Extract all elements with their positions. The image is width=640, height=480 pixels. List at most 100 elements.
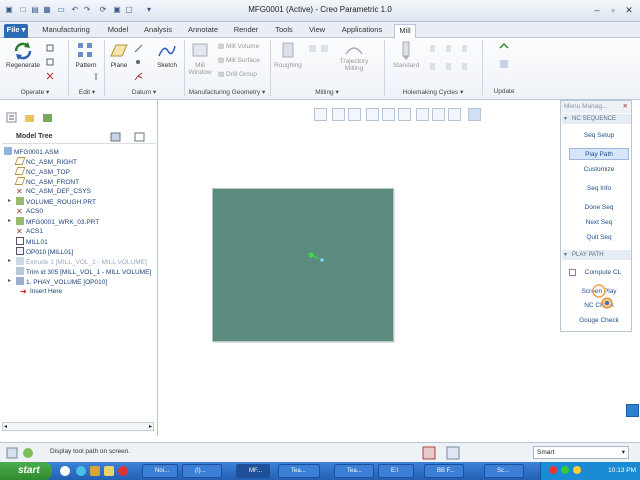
compute-cl-checkbox[interactable]: [569, 269, 576, 276]
copy-icon[interactable]: [46, 44, 55, 53]
menu-item-seq-setup[interactable]: Seq Setup: [569, 130, 629, 142]
scroll-left-icon[interactable]: ◂: [4, 423, 7, 430]
group-update[interactable]: Update: [486, 88, 522, 98]
saved-views-icon[interactable]: [398, 108, 411, 121]
close-icon[interactable]: ✕: [623, 101, 628, 113]
delete-icon[interactable]: [46, 72, 55, 81]
point-icon[interactable]: [134, 58, 143, 67]
taskbar-item[interactable]: (I)...: [182, 464, 222, 478]
scroll-right-icon[interactable]: ▸: [149, 423, 152, 430]
axis-icon[interactable]: [134, 44, 143, 53]
tree-item-trim[interactable]: Trim id 305 [MILL_VOL_1 - MILL VOLUME]: [16, 267, 151, 277]
start-button[interactable]: start: [0, 462, 52, 480]
tab-view[interactable]: View: [304, 24, 330, 38]
taskbar-item[interactable]: Tea...: [334, 464, 374, 478]
mill-window-button[interactable]: Mill Window: [186, 40, 214, 76]
menu-item-quit-seq[interactable]: Quit Seq: [569, 232, 629, 244]
menu-item-done-seq[interactable]: Done Seq: [569, 202, 629, 214]
tab-tools[interactable]: Tools: [268, 24, 300, 38]
graphics-window[interactable]: [158, 100, 560, 436]
group-edit[interactable]: Edit ▾: [72, 88, 102, 98]
menu-item-seq-info[interactable]: Seq Info: [569, 183, 629, 195]
plane-button[interactable]: Plane: [106, 40, 132, 69]
face-milling-icon[interactable]: [308, 44, 317, 53]
taskbar-item[interactable]: E:\: [378, 464, 414, 478]
tree-item-assembly[interactable]: MFG0001.ASM: [4, 147, 59, 157]
tab-file[interactable]: File ▾: [4, 24, 28, 38]
tree-item-nc-sequence[interactable]: 1. PHAY_VOLUME [OP010]: [16, 277, 107, 287]
expand-icon[interactable]: ▸: [8, 257, 11, 264]
tray-icon[interactable]: [549, 466, 557, 474]
refit-icon[interactable]: [314, 108, 327, 121]
sketch-button[interactable]: Sketch: [154, 40, 180, 69]
tool-icon[interactable]: [498, 58, 510, 70]
group-holemaking[interactable]: Holemaking Cycles ▾: [388, 88, 478, 98]
group-datum[interactable]: Datum ▾: [106, 88, 182, 98]
tab-model[interactable]: Model: [102, 24, 134, 38]
minimize-button[interactable]: –: [590, 4, 604, 16]
spot-drill-icon[interactable]: [444, 62, 453, 71]
selection-filter-select[interactable]: Smart ▾: [533, 446, 629, 459]
tree-item-datum-plane[interactable]: NC_ASM_RIGHT: [14, 157, 77, 167]
zoom-in-icon[interactable]: [332, 108, 345, 121]
tab-analysis[interactable]: Analysis: [138, 24, 178, 38]
tab-manufacturing[interactable]: Manufacturing: [34, 24, 98, 38]
tree-item-operation[interactable]: OP010 [MILL01]: [16, 247, 73, 257]
boring-icon[interactable]: [460, 44, 469, 53]
repaint-icon[interactable]: [366, 108, 379, 121]
quicklaunch-icon[interactable]: [118, 466, 128, 476]
standard-button[interactable]: Standard: [388, 40, 424, 69]
favorites-icon[interactable]: [42, 112, 53, 123]
tree-item-part[interactable]: MFG0001_WRK_03.PRT: [16, 217, 99, 227]
menu-item-compute-cl[interactable]: Compute CL: [577, 267, 629, 279]
expand-icon[interactable]: ▸: [8, 277, 11, 284]
profile-milling-icon[interactable]: [320, 44, 329, 53]
navigator-toggle-icon[interactable]: [6, 447, 18, 459]
tree-item-extrude[interactable]: Extrude 1 [MILL_VOL_1 - MILL VOLUME]: [16, 257, 147, 267]
countersink-icon[interactable]: [428, 44, 437, 53]
taskbar-item[interactable]: BB F...: [424, 464, 464, 478]
stop-regeneration-icon[interactable]: [422, 446, 436, 460]
tab-mill[interactable]: Mill: [394, 24, 416, 38]
update-icon[interactable]: [498, 42, 510, 54]
tray-icon[interactable]: [561, 466, 569, 474]
quicklaunch-icon[interactable]: [104, 466, 114, 476]
annotation-display-icon[interactable]: [448, 108, 461, 121]
taskbar-item[interactable]: Sc...: [484, 464, 524, 478]
mirror-icon[interactable]: [92, 72, 101, 81]
browser-toggle-icon[interactable]: [22, 447, 34, 459]
mill-surface-button[interactable]: ▨ Mill Surface: [218, 56, 268, 64]
drill-group-button[interactable]: ▨ Drill Group: [218, 70, 268, 78]
reaming-icon[interactable]: [428, 62, 437, 71]
regenerate-button[interactable]: Regenerate: [4, 40, 42, 69]
tree-item-datum-plane[interactable]: NC_ASM_TOP: [14, 167, 70, 177]
quicklaunch-icon[interactable]: [76, 466, 86, 476]
expand-icon[interactable]: ▸: [8, 217, 11, 224]
csys-icon[interactable]: [134, 72, 143, 81]
tree-item-datum-plane[interactable]: NC_ASM_FRONT: [14, 177, 79, 187]
maximize-button[interactable]: ▫: [606, 4, 620, 16]
tree-item-csys[interactable]: ✕ NC_ASM_DEF_CSYS: [16, 187, 91, 197]
tree-horizontal-scrollbar[interactable]: ◂ ▸: [2, 422, 154, 431]
zoom-out-icon[interactable]: [348, 108, 361, 121]
model-tree-tab-icon[interactable]: [6, 112, 17, 123]
quicklaunch-icon[interactable]: [60, 466, 70, 476]
display-style-icon[interactable]: [382, 108, 395, 121]
group-milling[interactable]: Milling ▾: [272, 88, 382, 98]
paste-icon[interactable]: [46, 58, 55, 67]
spin-center-icon[interactable]: [468, 108, 481, 121]
tree-item-csys[interactable]: ✕ ACS1: [16, 227, 43, 237]
tree-item-workcell[interactable]: MILL01: [16, 237, 48, 247]
tray-icon[interactable]: [573, 466, 581, 474]
tree-settings-icon[interactable]: [110, 132, 122, 142]
datum-display-icon[interactable]: [432, 108, 445, 121]
tree-item-part[interactable]: VOLUME_ROUGH.PRT: [16, 197, 96, 207]
group-operate[interactable]: Operate ▾: [4, 88, 66, 98]
folder-browser-icon[interactable]: [24, 112, 35, 123]
menu-item-customize[interactable]: Customize: [569, 164, 629, 176]
back-spot-icon[interactable]: [460, 62, 469, 71]
menu-item-play-path[interactable]: Play Path: [569, 148, 629, 160]
mill-volume-button[interactable]: ▨ Mill Volume: [218, 42, 268, 50]
expand-icon[interactable]: ▸: [8, 197, 11, 204]
tab-annotate[interactable]: Annotate: [182, 24, 224, 38]
